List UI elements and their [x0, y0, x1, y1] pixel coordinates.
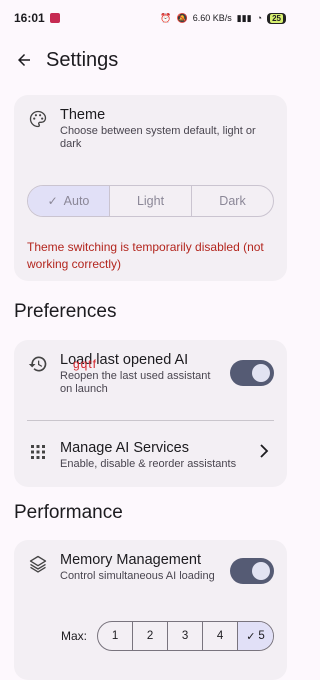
notification-icon [49, 13, 60, 23]
memory-subtitle: Control simultaneous AI loading [60, 570, 215, 582]
preferences-card: Load last opened AI Reopen the last used… [14, 340, 287, 487]
max-option-5[interactable]: ✓ 5 [238, 622, 274, 650]
toggle-knob [252, 364, 270, 382]
max-selector: Max: 1 2 3 4 ✓ 5 [61, 621, 275, 651]
max-option-3[interactable]: 3 [168, 622, 204, 650]
max-segmented-control: 1 2 3 4 ✓ 5 [97, 621, 275, 651]
manage-title: Manage AI Services [60, 440, 189, 456]
battery-icon: 25 [267, 12, 286, 24]
check-icon: ✓ [47, 194, 58, 208]
theme-header: Theme Choose between system default, lig… [26, 107, 299, 151]
theme-subtitle: Choose between system default, light or … [60, 125, 256, 150]
theme-segmented-control: ✓ Auto Light Dark [27, 185, 274, 217]
max-option-4[interactable]: 4 [203, 622, 239, 650]
manage-subtitle: Enable, disable & reorder assistants [60, 458, 237, 470]
load-last-subtitle: Reopen the last used assistant on launch [60, 370, 211, 395]
theme-warning: Theme switching is temporarily disabled … [27, 240, 264, 271]
performance-card: Memory Management Control simultaneous A… [14, 540, 287, 680]
toggle-knob [252, 562, 270, 580]
net-speed: 6.60 KB/s [192, 13, 232, 23]
theme-option-light[interactable]: Light [110, 186, 192, 216]
performance-heading: Performance [14, 502, 123, 523]
overlay-text: gqtf [73, 357, 98, 371]
theme-option-auto[interactable]: ✓ Auto [28, 186, 110, 216]
load-last-toggle[interactable] [230, 360, 274, 386]
app-bar: Settings [0, 44, 300, 76]
battery-level: 25 [270, 13, 283, 23]
memory-title: Memory Management [60, 552, 202, 568]
divider [27, 420, 274, 421]
check-icon: ✓ [246, 630, 256, 643]
max-label: Max: [61, 629, 88, 643]
status-time: 16:01 [14, 11, 45, 25]
history-icon [26, 352, 50, 376]
chevron-right-icon [258, 444, 270, 463]
page-title: Settings [46, 48, 119, 71]
signal-icon: ▮▮▮ [236, 12, 252, 23]
grid-icon [26, 440, 50, 464]
memory-toggle[interactable] [230, 558, 274, 584]
max-option-2[interactable]: 2 [133, 622, 169, 650]
status-bar: 16:01 ⏰ 🔕 6.60 KB/s ▮▮▮ ◔ 25 [0, 0, 300, 36]
theme-option-dark[interactable]: Dark [192, 186, 273, 216]
back-arrow-icon[interactable] [10, 46, 38, 74]
alarm-icon: ⏰ [160, 12, 172, 23]
theme-card: Theme Choose between system default, lig… [14, 95, 287, 281]
palette-icon [26, 107, 50, 131]
theme-title: Theme [60, 107, 106, 123]
max-option-1[interactable]: 1 [98, 622, 134, 650]
preferences-heading: Preferences [14, 301, 117, 322]
status-icons: ⏰ 🔕 6.60 KB/s ▮▮▮ ◔ 25 [160, 12, 286, 24]
layers-icon [26, 552, 50, 576]
mute-icon: 🔕 [176, 12, 188, 23]
wifi-icon: ◔ [256, 13, 263, 23]
